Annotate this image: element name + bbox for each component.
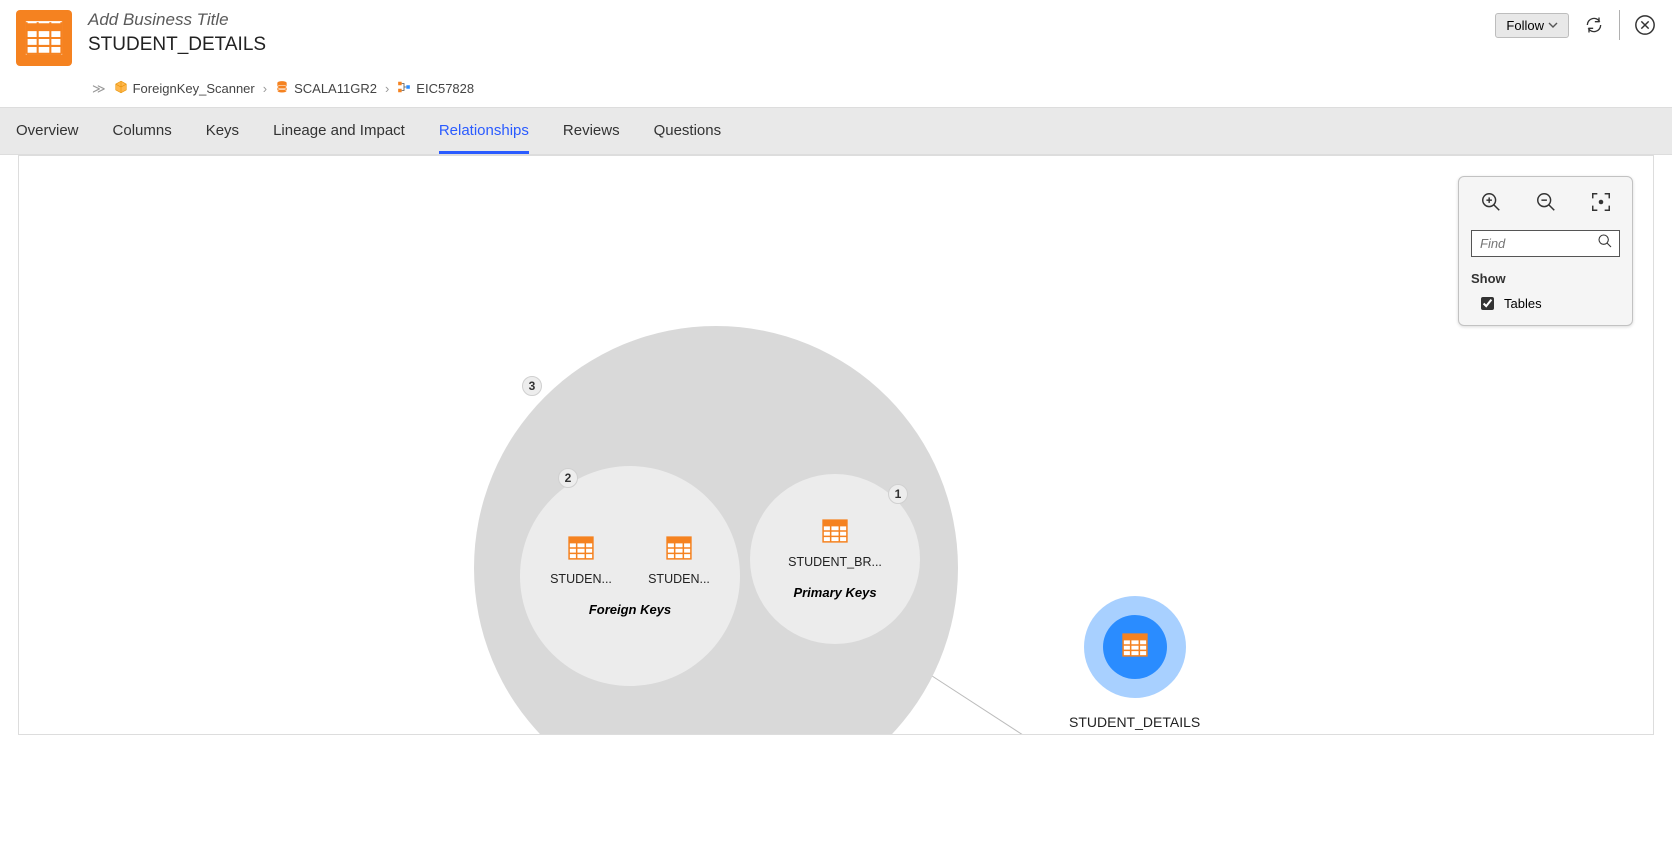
diagram-controls-panel: Show Tables: [1458, 176, 1633, 326]
tab-relationships[interactable]: Relationships: [439, 108, 529, 154]
refresh-icon[interactable]: [1583, 14, 1605, 36]
header-actions: Follow: [1495, 10, 1656, 40]
breadcrumb-item-database[interactable]: SCALA11GR2: [275, 80, 377, 97]
chevron-right-icon: ›: [263, 81, 267, 96]
schema-icon: [397, 80, 411, 97]
breadcrumb: ≫ ForeignKey_Scanner › SCALA11GR2 › EIC5…: [0, 72, 1672, 107]
chevron-right-icon: ≫: [92, 81, 106, 97]
breadcrumb-label: ForeignKey_Scanner: [133, 81, 255, 96]
tables-cluster: 3 2 STUDEN... STUDEN... Foreign Keys: [474, 326, 958, 735]
find-input[interactable]: [1478, 235, 1597, 252]
database-icon: [275, 80, 289, 97]
business-title-input[interactable]: Add Business Title: [88, 10, 1495, 30]
breadcrumb-item-schema[interactable]: EIC57828: [397, 80, 474, 97]
search-icon[interactable]: [1597, 233, 1613, 254]
node-label: STUDEN...: [550, 572, 612, 586]
tables-checkbox-label: Tables: [1504, 296, 1542, 311]
zoom-out-icon[interactable]: [1535, 191, 1557, 218]
focus-node[interactable]: STUDENT_DETAILS: [1069, 596, 1200, 730]
relationship-canvas[interactable]: 3 2 STUDEN... STUDEN... Foreign Keys: [18, 155, 1654, 735]
show-heading: Show: [1471, 271, 1620, 286]
chevron-right-icon: ›: [385, 81, 389, 96]
breadcrumb-item-scanner[interactable]: ForeignKey_Scanner: [114, 80, 255, 97]
page-title: STUDENT_DETAILS: [88, 34, 1495, 56]
page-header: Add Business Title STUDENT_DETAILS Follo…: [0, 0, 1672, 72]
table-icon: [666, 535, 692, 566]
tab-bar: Overview Columns Keys Lineage and Impact…: [0, 107, 1672, 155]
fk-count-badge: 2: [558, 468, 578, 488]
table-icon: [16, 10, 72, 66]
divider: [1619, 10, 1620, 40]
find-input-wrap: [1471, 230, 1620, 257]
foreign-keys-group[interactable]: 2 STUDEN... STUDEN... Foreign Keys: [520, 466, 740, 686]
table-icon: [822, 518, 848, 549]
tab-overview[interactable]: Overview: [16, 108, 79, 154]
table-icon: [568, 535, 594, 566]
tables-checkbox-input[interactable]: [1481, 297, 1494, 310]
follow-button[interactable]: Follow: [1495, 13, 1569, 38]
fk-group-label: Foreign Keys: [589, 602, 671, 617]
tab-reviews[interactable]: Reviews: [563, 108, 620, 154]
follow-label: Follow: [1506, 18, 1544, 33]
tab-keys[interactable]: Keys: [206, 108, 239, 154]
cube-icon: [114, 80, 128, 97]
tables-filter-checkbox[interactable]: Tables: [1471, 294, 1620, 313]
pk-group-label: Primary Keys: [793, 585, 876, 600]
breadcrumb-label: SCALA11GR2: [294, 81, 377, 96]
fit-to-screen-icon[interactable]: [1590, 191, 1612, 218]
breadcrumb-label: EIC57828: [416, 81, 474, 96]
primary-keys-group[interactable]: 1 STUDENT_BR... Primary Keys: [750, 474, 920, 644]
close-icon[interactable]: [1634, 14, 1656, 36]
tab-lineage[interactable]: Lineage and Impact: [273, 108, 405, 154]
tables-count-badge: 3: [522, 376, 542, 396]
fk-node-2[interactable]: STUDEN...: [644, 535, 714, 586]
tab-questions[interactable]: Questions: [654, 108, 722, 154]
table-icon: [1122, 632, 1148, 663]
pk-count-badge: 1: [888, 484, 908, 504]
fk-node-1[interactable]: STUDEN...: [546, 535, 616, 586]
pk-node-1[interactable]: STUDENT_BR...: [800, 518, 870, 569]
focus-node-label: STUDENT_DETAILS: [1069, 714, 1200, 730]
node-label: STUDEN...: [648, 572, 710, 586]
zoom-in-icon[interactable]: [1480, 191, 1502, 218]
node-label: STUDENT_BR...: [788, 555, 882, 569]
chevron-down-icon: [1548, 18, 1558, 33]
tab-columns[interactable]: Columns: [113, 108, 172, 154]
